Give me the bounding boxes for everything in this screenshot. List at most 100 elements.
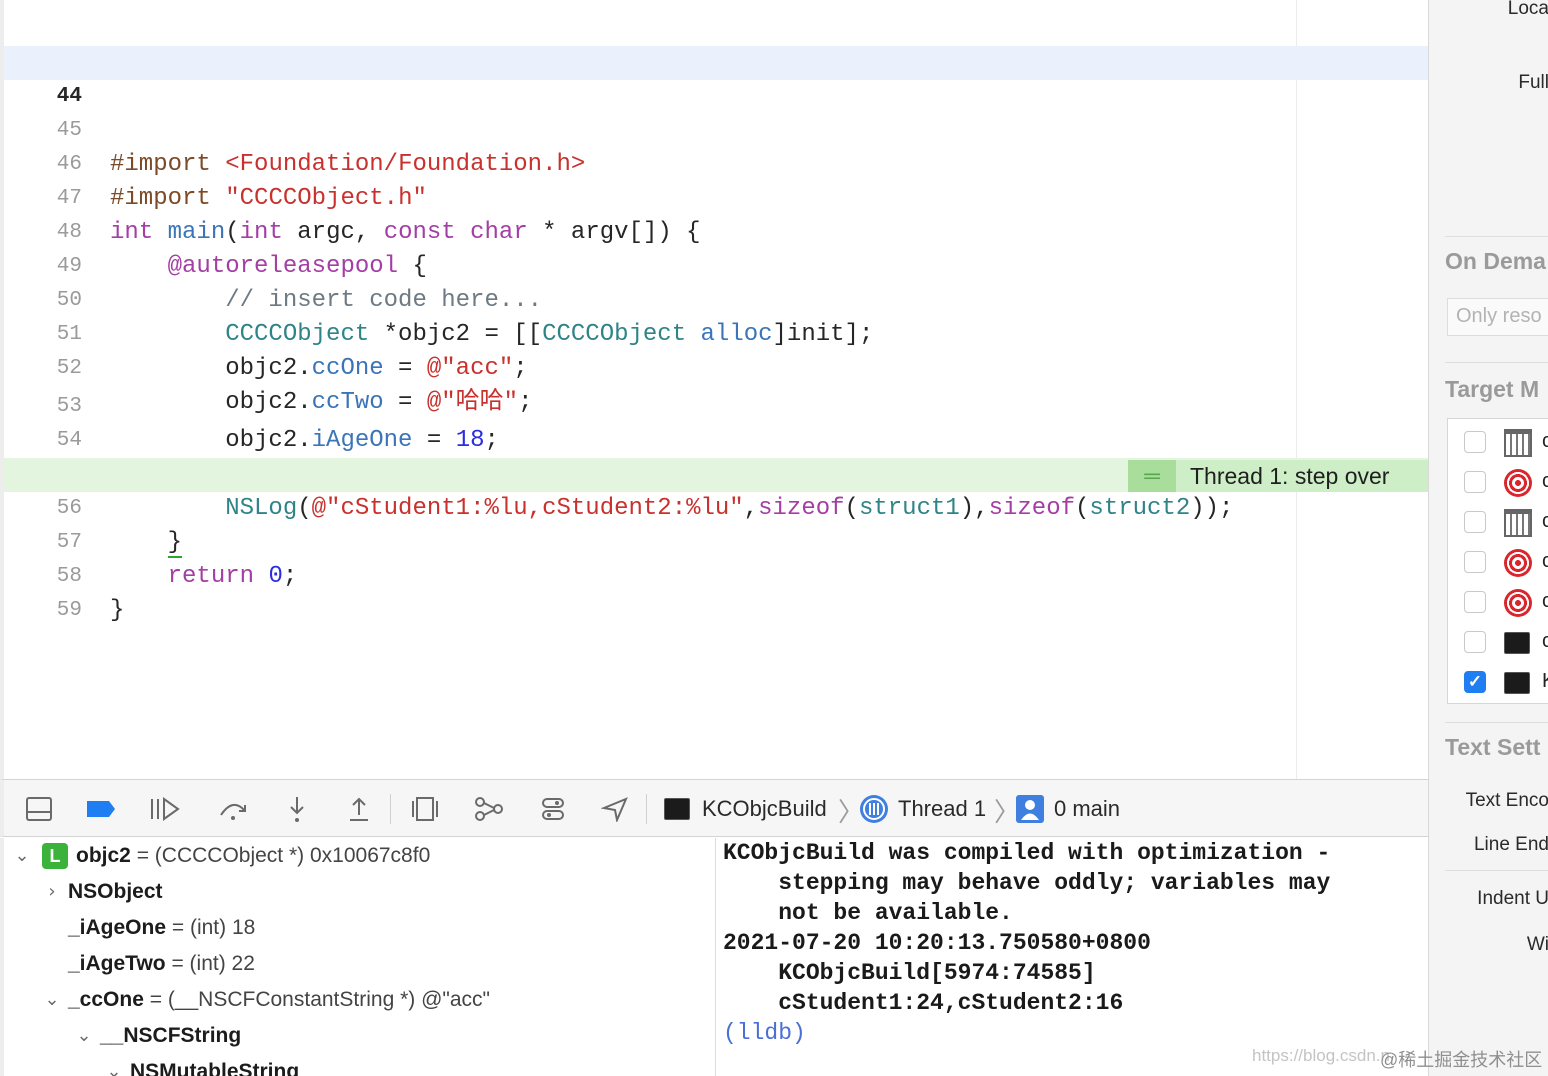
environment-overrides-icon[interactable] (536, 792, 570, 826)
variable-value: = (__NSCFConstantString *) @"acc" (143, 988, 490, 1011)
thread-badge-text: Thread 1: step over (1190, 462, 1390, 489)
file-inspector: Loca Full On Dema Only reso Target M c c… (1428, 0, 1548, 1076)
on-demand-heading: On Dema (1445, 248, 1546, 274)
location-label: Loca (1507, 0, 1548, 19)
variable-name: __NSCFString (100, 1024, 242, 1047)
breakpoints-toggle-icon[interactable] (84, 792, 118, 826)
bank-icon (1504, 429, 1532, 457)
step-out-icon[interactable] (342, 792, 376, 826)
text-settings-heading: Text Sett (1445, 734, 1541, 760)
target-row[interactable]: c (1448, 503, 1548, 543)
target-row[interactable]: c (1448, 583, 1548, 623)
code-line[interactable]: 45 #import <Foundation/Foundation.h> (4, 80, 1428, 178)
variable-value: = (CCCCObject *) 0x10067c8f0 (130, 844, 431, 867)
target-row[interactable]: ✓ K (1448, 663, 1548, 703)
breadcrumb-scheme[interactable]: KCObjcBuild (664, 794, 827, 824)
equals-icon: ═ (1128, 460, 1176, 492)
widths-label: Wi (1526, 934, 1548, 955)
target-row[interactable]: c (1448, 623, 1548, 663)
target-checkbox[interactable] (1464, 471, 1486, 493)
only-resources-field[interactable]: Only reso (1447, 298, 1548, 336)
hide-debug-area-icon[interactable] (22, 792, 56, 826)
target-row[interactable]: c (1448, 423, 1548, 463)
target-checkbox[interactable] (1464, 631, 1486, 653)
variable-name: _ccOne (68, 988, 144, 1011)
chevron-right-icon[interactable]: › (42, 874, 62, 910)
code-line[interactable]: 53 objc2.iAgeOne = 18; (4, 356, 1428, 454)
code-line[interactable]: 59 (4, 560, 1428, 622)
terminal-icon (1504, 632, 1530, 654)
chevron-down-icon[interactable]: ⌄ (42, 982, 62, 1018)
line-number: 59 (56, 599, 82, 622)
target-checkbox[interactable] (1464, 431, 1486, 453)
console-line: KCObjcBuild[5974:74585] (723, 960, 1096, 986)
code-text: } (110, 597, 125, 624)
target-name: c (1542, 630, 1548, 653)
code-line[interactable]: 54 objc2.iAgeTwo = 22; (4, 390, 1428, 488)
console-line: stepping may behave oddly; variables may (723, 870, 1331, 896)
step-into-icon[interactable] (280, 792, 314, 826)
variable-name: _iAgeOne (68, 916, 167, 939)
target-name: c (1542, 550, 1548, 573)
divider (1445, 362, 1548, 363)
watermark-brand: @稀土掘金技术社区 (1380, 1050, 1543, 1070)
thread-name: Thread 1 (898, 796, 987, 821)
terminal-icon (1504, 672, 1530, 694)
debug-toolbar: KCObjcBuild 〉 Thread 1 〉 0 main (0, 779, 1428, 837)
variable-name: _iAgeTwo (68, 952, 166, 975)
chevron-down-icon[interactable]: ⌄ (104, 1054, 124, 1076)
console-line: KCObjcBuild was compiled with optimizati… (723, 840, 1331, 866)
watermark-url: https://blog.csdn.n (1252, 1046, 1390, 1065)
code-line[interactable]: 47 int main(int argc, const char * argv[… (4, 148, 1428, 246)
code-line[interactable]: 57 return 0; (4, 492, 1428, 590)
local-variable-badge: L (42, 843, 68, 870)
user-frame-icon (1016, 795, 1044, 823)
code-line-current[interactable]: 44 (4, 46, 1428, 108)
variables-view[interactable]: ⌄ Lobjc2 = (CCCCObject *) 0x10067c8f0 › … (0, 838, 716, 1076)
target-membership-list: c c c c c c ✓ K (1447, 418, 1548, 704)
target-checkbox[interactable] (1464, 551, 1486, 573)
target-checkbox[interactable] (1464, 511, 1486, 533)
variable-value: = (int) 22 (165, 952, 255, 975)
simulate-location-icon[interactable] (598, 792, 632, 826)
target-name: c (1542, 590, 1548, 613)
breadcrumb-frame[interactable]: 0 main (1016, 794, 1120, 824)
code-line[interactable]: 52 objc2.ccTwo = @"哈哈"; (4, 318, 1428, 416)
lldb-prompt[interactable]: (lldb) (723, 1018, 806, 1048)
toolbar-separator (646, 794, 647, 824)
target-row[interactable]: c (1448, 463, 1548, 503)
code-line[interactable]: 49 // insert code here... (4, 216, 1428, 314)
console-line: 2021-07-20 10:20:13.750580+0800 (723, 930, 1151, 956)
code-line[interactable]: 51 objc2.ccOne = @"acc"; (4, 284, 1428, 382)
code-line[interactable]: 58 } (4, 526, 1428, 624)
toolbar-separator (390, 794, 391, 824)
target-checkbox[interactable] (1464, 591, 1486, 613)
divider (1445, 870, 1548, 871)
chevron-down-icon[interactable]: ⌄ (12, 838, 32, 874)
thread-step-badge[interactable]: ═ Thread 1: step over (1128, 460, 1428, 492)
target-name: K (1542, 670, 1548, 693)
code-line[interactable]: 43 (4, 12, 1428, 74)
target-membership-heading: Target M (1445, 376, 1540, 402)
full-path-label: Full (1518, 72, 1548, 93)
source-editor[interactable]: 43 44 45 #import <Foundation/Foundation.… (0, 0, 1428, 779)
console-line: cStudent1:24,cStudent2:16 (723, 990, 1124, 1016)
continue-icon[interactable] (148, 792, 182, 826)
step-over-icon[interactable] (216, 792, 250, 826)
chevron-down-icon[interactable]: ⌄ (74, 1018, 94, 1054)
view-hierarchy-icon[interactable] (408, 792, 442, 826)
memory-graph-icon[interactable] (472, 792, 506, 826)
breadcrumb-thread[interactable]: Thread 1 (860, 794, 986, 824)
code-line[interactable]: 48 @autoreleasepool { (4, 182, 1428, 280)
code-line[interactable]: 46 #import "CCCCObject.h" (4, 114, 1428, 212)
code-line[interactable]: 55 NSLog(@"cStudent1:%lu,cStudent2:%lu",… (4, 424, 1428, 522)
thread-icon (860, 795, 888, 823)
target-checkbox-checked[interactable]: ✓ (1464, 671, 1486, 693)
target-row[interactable]: c (1448, 543, 1548, 583)
scheme-name: KCObjcBuild (702, 796, 827, 821)
target-icon (1504, 469, 1532, 497)
debug-console[interactable]: KCObjcBuild was compiled with optimizati… (717, 838, 1428, 1076)
variable-value: = (int) 18 (166, 916, 256, 939)
variable-name: NSObject (68, 880, 163, 903)
code-line[interactable]: 50 CCCCObject *objc2 = [[CCCCObject allo… (4, 250, 1428, 348)
